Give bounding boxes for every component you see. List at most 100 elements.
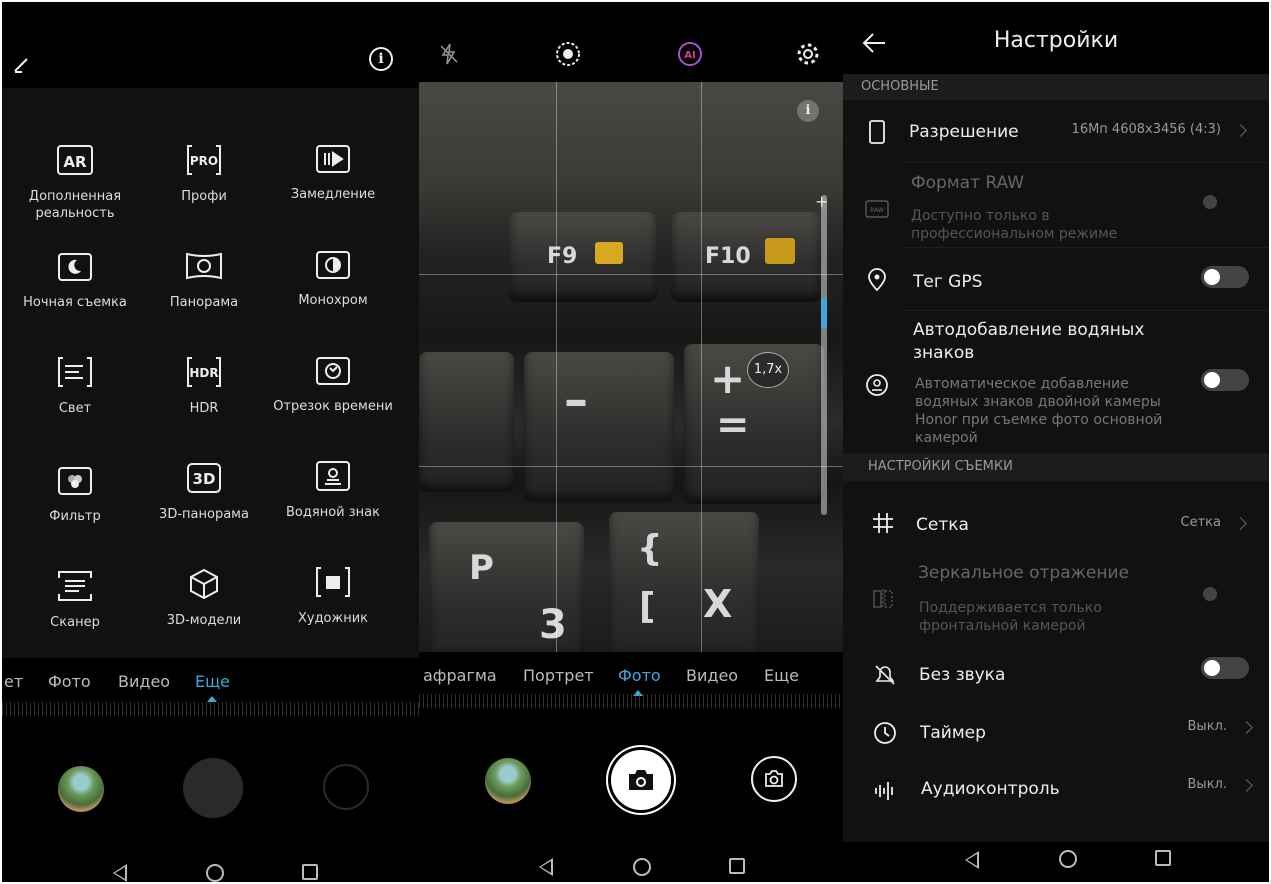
shutter-button[interactable]	[611, 750, 671, 810]
monochrome-icon	[316, 251, 350, 279]
grid-line	[701, 82, 702, 652]
artist-icon	[316, 567, 350, 597]
mode-tab-video[interactable]: Видео	[686, 666, 738, 685]
mode-tab-more[interactable]: Еще	[764, 666, 799, 685]
mode-label: Монохром	[298, 293, 368, 308]
nav-recent-icon[interactable]	[302, 864, 318, 880]
svg-text:AR: AR	[63, 153, 87, 171]
mode-label: Профи	[181, 189, 227, 204]
mode-tab-video[interactable]: Видео	[118, 672, 170, 691]
gallery-thumbnail[interactable]	[58, 766, 104, 812]
settings-header: Настройки	[843, 2, 1269, 74]
nav-recent-icon[interactable]	[1155, 850, 1171, 866]
setting-audio-control[interactable]: Аудиоконтроль Выкл.	[843, 759, 1269, 817]
mode-watermark[interactable]: Водяной знак	[268, 456, 398, 521]
camera-viewfinder-screen: AI F9 F10 – + = P {[X 3 i + 1,7x афрагма …	[419, 2, 843, 882]
camera-preview[interactable]: F9 F10 – + = P {[X 3 i + 1,7x	[419, 82, 843, 652]
setting-resolution[interactable]: Разрешение 16Мп 4608x3456 (4:3)	[843, 100, 1269, 162]
nav-home-icon[interactable]	[206, 864, 224, 882]
setting-grid[interactable]: Сетка Сетка	[843, 481, 1269, 561]
nav-home-icon[interactable]	[1059, 850, 1077, 868]
nav-back-icon[interactable]	[113, 864, 127, 882]
3d-panorama-icon: 3D	[187, 463, 221, 493]
nav-home-icon[interactable]	[633, 858, 651, 876]
setting-subtitle: Поддерживается только фронтальной камеро…	[919, 600, 1102, 634]
location-pin-icon	[868, 268, 886, 292]
mode-night[interactable]: Ночная съемка	[10, 246, 140, 311]
chevron-right-icon	[1240, 721, 1253, 734]
chevron-right-icon	[1234, 517, 1247, 530]
ai-icon[interactable]: AI	[677, 41, 703, 67]
mode-label: Ночная съемка	[23, 295, 127, 310]
mode-panorama[interactable]: Панорама	[139, 246, 269, 311]
svg-text:PRO: PRO	[190, 154, 218, 168]
settings-gear-icon[interactable]	[795, 41, 821, 67]
mode-pro[interactable]: PRO Профи	[139, 140, 269, 205]
info-icon[interactable]: i	[797, 100, 819, 122]
nav-back-icon[interactable]	[965, 851, 979, 869]
setting-mirror: Зеркальное отражение Поддерживается толь…	[843, 561, 1269, 643]
pro-icon: PRO	[187, 145, 221, 175]
mode-tab-aperture[interactable]: афрагма	[423, 666, 497, 685]
edit-icon[interactable]	[12, 54, 32, 74]
nav-back-icon[interactable]	[539, 858, 553, 876]
gps-toggle[interactable]	[1201, 266, 1249, 288]
system-nav-bar	[419, 842, 843, 882]
key-f10: F10	[671, 212, 821, 302]
mute-toggle[interactable]	[1201, 657, 1249, 679]
mode-light[interactable]: Свет	[10, 352, 140, 417]
setting-auto-watermark[interactable]: Автодобавление водяных знаков Автоматиче…	[843, 311, 1269, 453]
mode-tab-photo[interactable]: Фото	[618, 666, 661, 685]
zoom-slider-thumb[interactable]	[821, 297, 827, 329]
grid-icon	[873, 513, 893, 533]
zoom-slider[interactable]	[821, 195, 827, 515]
zoom-level-badge[interactable]: 1,7x	[747, 352, 789, 388]
mode-label: HDR	[189, 401, 219, 416]
mode-tab-partial[interactable]: ет	[4, 672, 23, 691]
setting-title: Автодобавление водяных знаков	[913, 320, 1145, 363]
setting-title: Таймер	[920, 723, 986, 743]
mode-filter[interactable]: Фильтр	[10, 460, 140, 525]
mode-monochrome[interactable]: Монохром	[268, 244, 398, 309]
system-nav-bar	[2, 842, 419, 882]
setting-gps-tag[interactable]: Тег GPS	[843, 248, 1269, 310]
chevron-right-icon	[1240, 779, 1253, 792]
setting-timer[interactable]: Таймер Выкл.	[843, 701, 1269, 759]
mode-label: Панорама	[169, 295, 239, 310]
key-f9: F9	[509, 212, 657, 302]
mode-ar[interactable]: AR Дополненная реальность	[10, 140, 140, 222]
setting-mute[interactable]: Без звука	[843, 643, 1269, 701]
switch-camera-button[interactable]	[751, 756, 797, 802]
system-nav-bar	[843, 842, 1269, 882]
shutter-button-disabled	[183, 758, 243, 818]
nav-recent-icon[interactable]	[729, 858, 745, 874]
mode-3d-panorama[interactable]: 3D 3D-панорама	[139, 458, 269, 523]
camera-icon	[629, 770, 653, 790]
section-header-basic: ОСНОВНЫЕ	[843, 74, 1269, 100]
setting-title: Разрешение	[909, 122, 1019, 142]
modes-grid: AR Дополненная реальность PRO Профи Заме…	[2, 88, 419, 658]
watermark-toggle[interactable]	[1201, 369, 1249, 391]
aperture-icon[interactable]	[555, 41, 581, 67]
page-title: Настройки	[993, 28, 1119, 53]
flash-off-icon[interactable]	[437, 42, 461, 66]
mode-tab-photo[interactable]: Фото	[48, 672, 91, 691]
mode-artist[interactable]: Художник	[268, 562, 398, 627]
setting-value: 16Мп 4608x3456 (4:3)	[1071, 122, 1221, 137]
mode-label: Водяной знак	[286, 505, 380, 520]
mode-hdr[interactable]: HDR HDR	[139, 352, 269, 417]
camera-top-bar: AI	[419, 2, 843, 82]
mode-scanner[interactable]: Сканер	[10, 566, 140, 631]
mode-tab-more[interactable]: Еще	[195, 672, 230, 691]
mode-slow-motion[interactable]: Замедление	[268, 138, 398, 203]
mode-tab-portrait[interactable]: Портрет	[523, 666, 594, 685]
mode-time-lapse[interactable]: Отрезок времени	[268, 350, 398, 415]
watermark-icon	[316, 461, 350, 491]
setting-title: Аудиоконтроль	[921, 779, 1060, 799]
mode-label: Дополненная реальность	[28, 189, 122, 221]
top-bar: i	[2, 2, 419, 88]
gallery-thumbnail[interactable]	[485, 758, 531, 804]
info-icon[interactable]: i	[369, 47, 393, 71]
mode-3d-models[interactable]: 3D-модели	[139, 564, 269, 629]
hdr-icon: HDR	[187, 357, 221, 387]
